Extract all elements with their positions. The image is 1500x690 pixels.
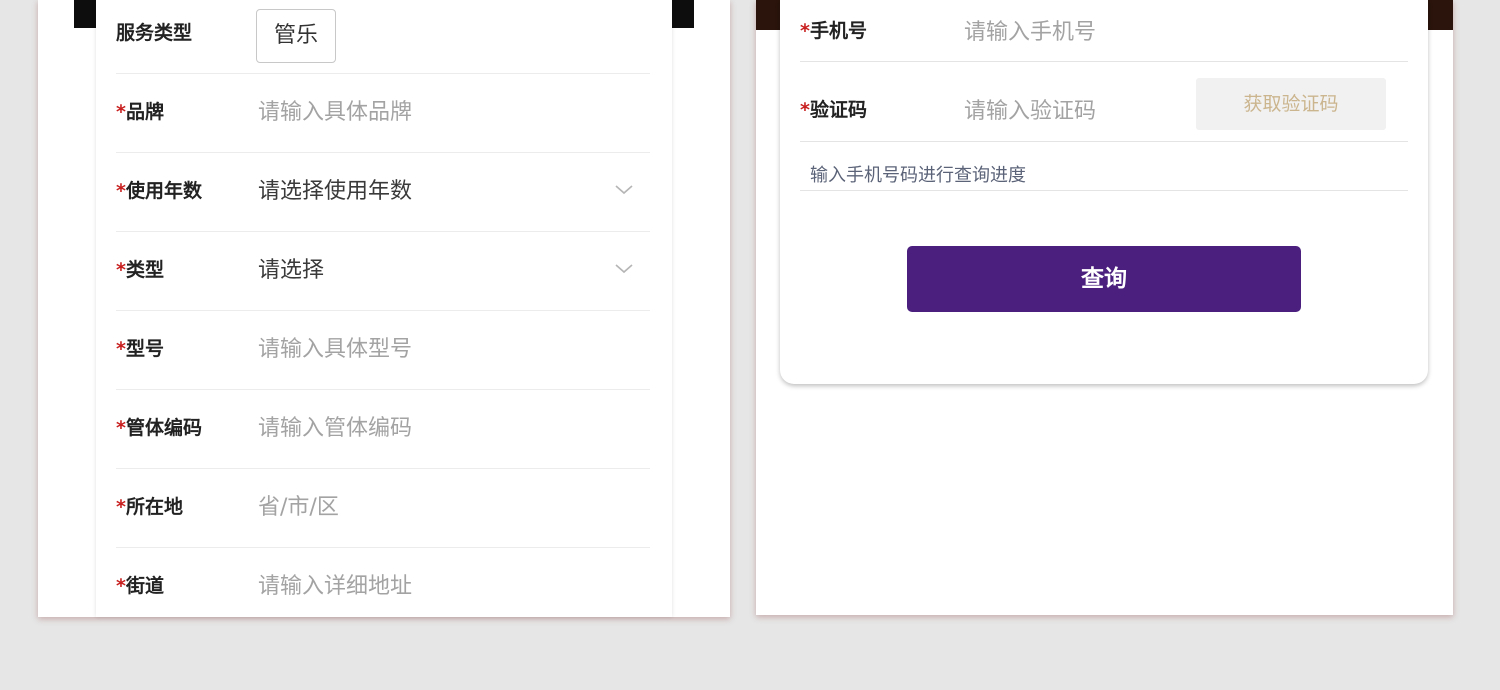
required-star: * [116,417,126,439]
brand-row[interactable]: *品牌 请输入具体品牌 [116,73,650,153]
required-star: * [800,20,810,42]
brand-input[interactable]: 请输入具体品牌 [258,73,412,152]
chevron-down-icon[interactable] [614,261,634,275]
body-code-label: 管体编码 [125,417,202,439]
required-star: * [116,101,126,123]
street-input[interactable]: 请输入详细地址 [258,547,412,626]
service-form-panel: 服务类型 管乐 *品牌 请输入具体品牌 *使用年数 请选择使用年数 *类型 请选… [38,0,730,617]
location-input[interactable]: 省/市/区 [258,468,339,547]
street-label: 街道 [125,575,164,597]
required-star: * [116,338,126,360]
service-type-row: 服务类型 管乐 [116,0,650,74]
required-star: * [116,259,126,281]
get-code-button[interactable]: 获取验证码 [1196,78,1386,130]
required-star: * [116,575,126,597]
code-input[interactable]: 请输入验证码 [964,93,1096,125]
code-row[interactable]: *验证码 请输入验证码 获取验证码 [800,62,1408,142]
query-button[interactable]: 查询 [907,246,1301,312]
body-code-row[interactable]: *管体编码 请输入管体编码 [116,389,650,469]
years-used-select[interactable]: 请选择使用年数 [258,152,412,231]
chevron-down-icon[interactable] [614,182,634,196]
phone-input[interactable]: 请输入手机号 [964,14,1096,46]
phone-label: 手机号 [809,20,867,42]
location-label: 所在地 [125,496,183,518]
required-star: * [116,180,126,202]
model-label: 型号 [125,338,164,360]
model-row[interactable]: *型号 请输入具体型号 [116,310,650,390]
years-used-row[interactable]: *使用年数 请选择使用年数 [116,152,650,232]
service-form: 服务类型 管乐 *品牌 请输入具体品牌 *使用年数 请选择使用年数 *类型 请选… [96,0,672,617]
body-code-input[interactable]: 请输入管体编码 [258,389,412,468]
street-row[interactable]: *街道 请输入详细地址 [116,547,650,626]
query-hint: 输入手机号码进行查询进度 [810,165,1026,186]
phone-row[interactable]: *手机号 请输入手机号 [800,0,1408,62]
query-form: *手机号 请输入手机号 *验证码 请输入验证码 获取验证码 输入手机号码进行查询… [780,0,1428,384]
brand-label: 品牌 [125,101,164,123]
service-type-tag[interactable]: 管乐 [256,9,336,63]
location-row[interactable]: *所在地 省/市/区 [116,468,650,548]
model-input[interactable]: 请输入具体型号 [258,310,412,389]
hint-row: 输入手机号码进行查询进度 [800,142,1408,191]
required-star: * [800,99,810,121]
required-star: * [116,496,126,518]
category-label: 类型 [125,259,164,281]
category-select[interactable]: 请选择 [258,231,324,310]
years-used-label: 使用年数 [125,180,202,202]
code-label: 验证码 [809,99,867,121]
category-row[interactable]: *类型 请选择 [116,231,650,311]
progress-query-panel: *手机号 请输入手机号 *验证码 请输入验证码 获取验证码 输入手机号码进行查询… [756,0,1453,615]
service-type-label: 服务类型 [116,22,193,44]
